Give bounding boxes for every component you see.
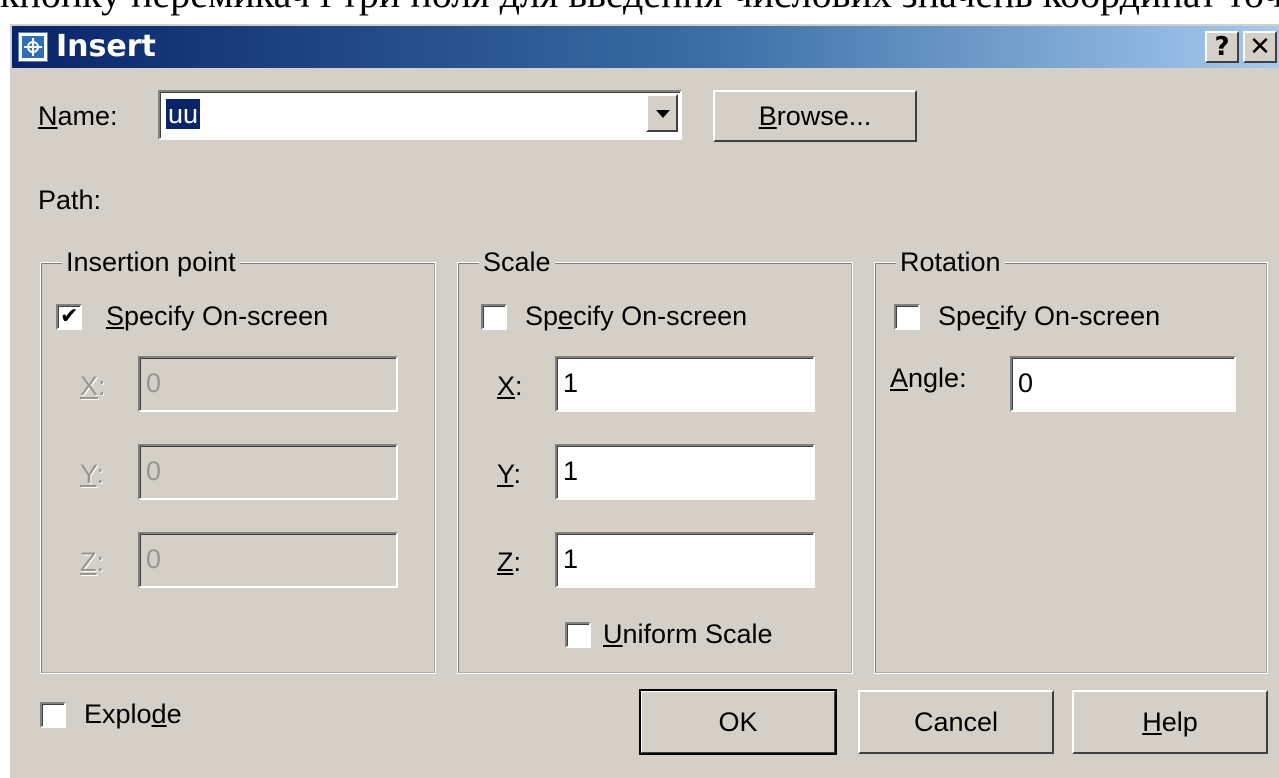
caption-text: кнопку перемикач і три поля для введення… <box>0 0 1279 18</box>
rotation-group: Rotation Specify On-screen Angle: 0 <box>874 246 1268 674</box>
insert-dialog: Insert ? ✕ Name: uu Browse... Path: Inse… <box>8 22 1279 778</box>
angle-label: Angle: <box>890 363 967 393</box>
insertion-y-input[interactable]: 0 <box>138 444 398 500</box>
rotation-title: Rotation <box>896 246 1005 278</box>
rotation-specify-checkbox[interactable] <box>894 304 920 330</box>
name-label: Name: <box>38 101 118 131</box>
insertion-z-label: Z: <box>80 547 105 577</box>
browse-button[interactable]: Browse... <box>713 90 917 142</box>
insertion-x-input[interactable]: 0 <box>138 356 398 412</box>
scale-specify-label: Specify On-screen <box>525 301 748 331</box>
insertion-point-group: Insertion point ✔ Specify On-screen X: 0… <box>40 246 436 674</box>
insertion-specify-label: Specify On-screen <box>106 301 329 331</box>
scale-z-input[interactable]: 1 <box>555 532 815 588</box>
name-combobox[interactable]: uu <box>158 90 682 140</box>
scale-x-input[interactable]: 1 <box>555 356 815 412</box>
scale-y-input[interactable]: 1 <box>555 444 815 500</box>
scale-y-label: Y: <box>497 459 522 489</box>
check-icon: ✔ <box>60 304 79 329</box>
insertion-x-label: X: <box>80 371 106 401</box>
uniform-scale-label: Uniform Scale <box>603 619 773 649</box>
insertion-point-title: Insertion point <box>62 246 240 278</box>
explode-checkbox[interactable] <box>40 702 66 728</box>
name-value: uu <box>166 99 201 129</box>
ok-button[interactable]: OK <box>639 689 837 755</box>
uniform-scale-checkbox[interactable] <box>565 622 591 648</box>
scale-group: Scale Specify On-screen X: 1 Y: 1 Z: 1 U… <box>457 246 853 674</box>
scale-z-label: Z: <box>497 547 522 577</box>
close-button[interactable]: ✕ <box>1243 31 1277 63</box>
scale-title: Scale <box>479 246 555 278</box>
insertion-y-label: Y: <box>80 459 105 489</box>
window-title: Insert <box>56 29 156 64</box>
title-bar[interactable]: Insert ? ✕ <box>12 26 1279 68</box>
help-title-button[interactable]: ? <box>1205 31 1239 63</box>
help-button[interactable]: Help <box>1072 690 1268 754</box>
explode-label: Explode <box>84 699 182 729</box>
rotation-specify-label: Specify On-screen <box>938 301 1161 331</box>
cancel-button[interactable]: Cancel <box>858 690 1054 754</box>
insertion-z-input[interactable]: 0 <box>138 532 398 588</box>
path-label: Path: <box>38 185 102 215</box>
insert-block-icon <box>18 32 48 62</box>
chevron-down-icon[interactable] <box>646 94 678 132</box>
scale-x-label: X: <box>497 371 523 401</box>
scale-specify-checkbox[interactable] <box>481 304 507 330</box>
insertion-specify-checkbox[interactable]: ✔ <box>56 304 82 330</box>
angle-input[interactable]: 0 <box>1010 356 1236 412</box>
